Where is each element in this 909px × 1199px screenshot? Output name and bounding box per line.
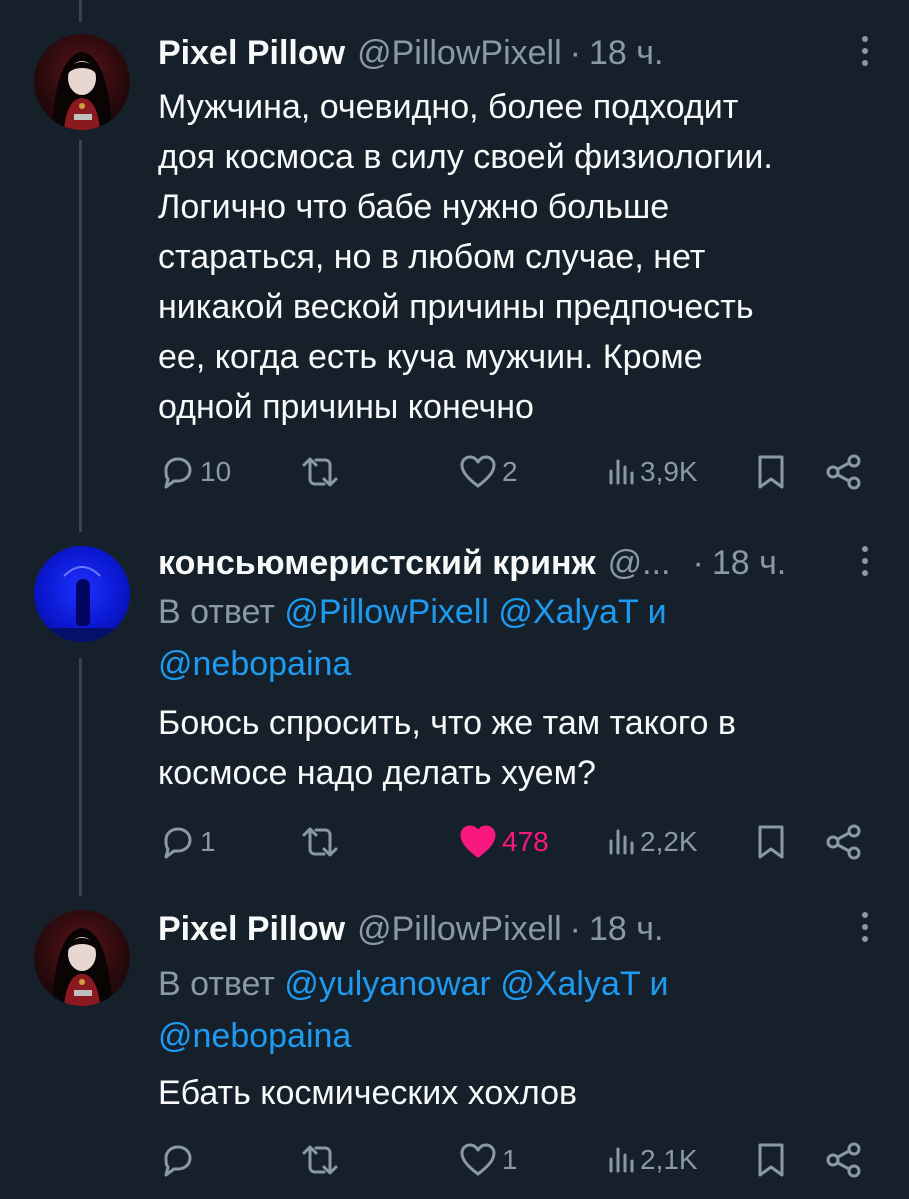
retweet-icon xyxy=(302,827,338,857)
retweet-button[interactable] xyxy=(298,452,346,492)
retweet-button[interactable] xyxy=(298,1140,346,1180)
bookmark-icon xyxy=(758,455,784,489)
author-handle[interactable]: @... xyxy=(608,544,671,583)
text-line: Ебать космических хохлов xyxy=(158,1074,578,1112)
author-name[interactable]: консьюмеристский кринж xyxy=(158,544,596,583)
text-line: никакой веской причины предпочесть xyxy=(158,288,754,326)
share-button[interactable] xyxy=(824,1140,864,1180)
author-handle[interactable]: @PillowPixell xyxy=(357,34,562,73)
tweet-header: Pixel Pillow @PillowPixell · 18 ч. xyxy=(158,906,663,952)
timestamp[interactable]: 18 ч. xyxy=(589,910,663,949)
reply-count: 1 xyxy=(200,826,216,857)
reply-button[interactable] xyxy=(158,1140,200,1180)
retweet-icon xyxy=(302,1145,338,1175)
views-icon xyxy=(609,1147,634,1173)
reply-context: В ответ @yulyanowar @XalyaT и @nebopaina xyxy=(158,958,858,1062)
views-button[interactable]: 2,2K xyxy=(606,822,698,862)
mention-conjunction: и xyxy=(649,965,669,1003)
reply-icon xyxy=(164,827,192,859)
like-count: 478 xyxy=(502,826,549,857)
like-count: 2 xyxy=(502,456,518,487)
text-line: доя космоса в силу своей физиологии. xyxy=(158,138,773,176)
separator-dot: · xyxy=(569,33,581,72)
share-button[interactable] xyxy=(824,822,864,862)
reply-prefix: В ответ xyxy=(158,965,275,1003)
tweet-text: Боюсь спросить, что же там такого в косм… xyxy=(158,698,858,798)
views-button[interactable]: 3,9K xyxy=(606,452,698,492)
tweet-2[interactable]: консьюмеристский кринж @... · 18 ч. В от… xyxy=(0,540,909,880)
action-bar: 1 2,1K xyxy=(158,1140,868,1180)
share-icon xyxy=(826,1142,861,1178)
avatar[interactable] xyxy=(34,546,130,642)
views-count: 2,2K xyxy=(640,826,698,857)
tweet-header: консьюмеристский кринж @... · 18 ч. xyxy=(158,540,786,586)
tweet-1[interactable]: Pixel Pillow @PillowPixell · 18 ч. Мужчи… xyxy=(0,30,909,500)
mention-conjunction: и xyxy=(647,593,667,631)
like-button[interactable]: 478 xyxy=(458,822,549,862)
thread-line-top xyxy=(79,0,82,22)
reply-count: 10 xyxy=(200,456,232,487)
bookmark-button[interactable] xyxy=(754,822,788,862)
like-icon xyxy=(460,1143,496,1176)
action-bar: 10 2 3,9K xyxy=(158,452,868,492)
bookmark-icon xyxy=(758,825,784,859)
like-icon xyxy=(460,455,496,488)
separator-dot: · xyxy=(692,543,704,582)
like-count: 1 xyxy=(502,1144,518,1175)
reply-prefix: В ответ xyxy=(158,593,275,631)
views-button[interactable]: 2,1K xyxy=(606,1140,698,1180)
text-line: Мужчина, очевидно, более подходит xyxy=(158,88,739,126)
share-icon xyxy=(826,454,861,490)
like-icon xyxy=(460,825,496,858)
more-icon[interactable] xyxy=(861,36,869,70)
views-count: 2,1K xyxy=(640,1144,698,1175)
mention-link[interactable]: @nebopaina xyxy=(158,1017,351,1055)
text-line: Логично что бабе нужно больше xyxy=(158,188,670,226)
bookmark-button[interactable] xyxy=(754,1140,788,1180)
action-bar: 1 478 2,2K xyxy=(158,822,868,862)
text-line: ее, когда есть куча мужчин. Кроме xyxy=(158,338,703,376)
text-line: космосе надо делать хуем? xyxy=(158,754,596,792)
tweet-3[interactable]: Pixel Pillow @PillowPixell · 18 ч. В отв… xyxy=(0,906,909,1196)
views-icon xyxy=(609,829,634,855)
retweet-button[interactable] xyxy=(298,822,346,862)
text-line: стараться, но в любом случае, нет xyxy=(158,238,706,276)
text-line: Боюсь спросить, что же там такого в xyxy=(158,704,736,742)
mention-link[interactable]: @PillowPixell xyxy=(284,593,489,631)
share-button[interactable] xyxy=(824,452,864,492)
tweet-text: Ебать космических хохлов xyxy=(158,1068,858,1118)
bookmark-button[interactable] xyxy=(754,452,788,492)
separator-dot: · xyxy=(569,909,581,948)
mention-link[interactable]: @nebopaina xyxy=(158,645,351,683)
reply-icon xyxy=(164,457,192,489)
bookmark-icon xyxy=(758,1143,784,1177)
reply-icon xyxy=(164,1145,192,1177)
tweet-header: Pixel Pillow @PillowPixell · 18 ч. xyxy=(158,30,663,76)
views-count: 3,9K xyxy=(640,456,698,487)
mention-link[interactable]: @yulyanowar xyxy=(284,965,491,1003)
avatar[interactable] xyxy=(34,910,130,1006)
retweet-icon xyxy=(302,457,338,487)
tweet-text: Мужчина, очевидно, более подходит доя ко… xyxy=(158,82,858,432)
reply-button[interactable]: 10 xyxy=(158,452,231,492)
avatar[interactable] xyxy=(34,34,130,130)
more-icon[interactable] xyxy=(861,912,869,946)
reply-context: В ответ @PillowPixell @XalyaT и @nebopai… xyxy=(158,586,858,690)
mention-link[interactable]: @XalyaT xyxy=(500,965,640,1003)
like-button[interactable]: 1 xyxy=(458,1140,518,1180)
author-handle[interactable]: @PillowPixell xyxy=(357,910,562,949)
text-line: одной причины конечно xyxy=(158,388,534,426)
timestamp[interactable]: 18 ч. xyxy=(589,34,663,73)
views-icon xyxy=(609,459,634,485)
like-button[interactable]: 2 xyxy=(458,452,518,492)
reply-button[interactable]: 1 xyxy=(158,822,216,862)
author-name[interactable]: Pixel Pillow xyxy=(158,34,345,73)
more-icon[interactable] xyxy=(861,546,869,580)
share-icon xyxy=(826,824,861,860)
author-name[interactable]: Pixel Pillow xyxy=(158,910,345,949)
timestamp[interactable]: 18 ч. xyxy=(712,544,786,583)
mention-link[interactable]: @XalyaT xyxy=(498,593,638,631)
